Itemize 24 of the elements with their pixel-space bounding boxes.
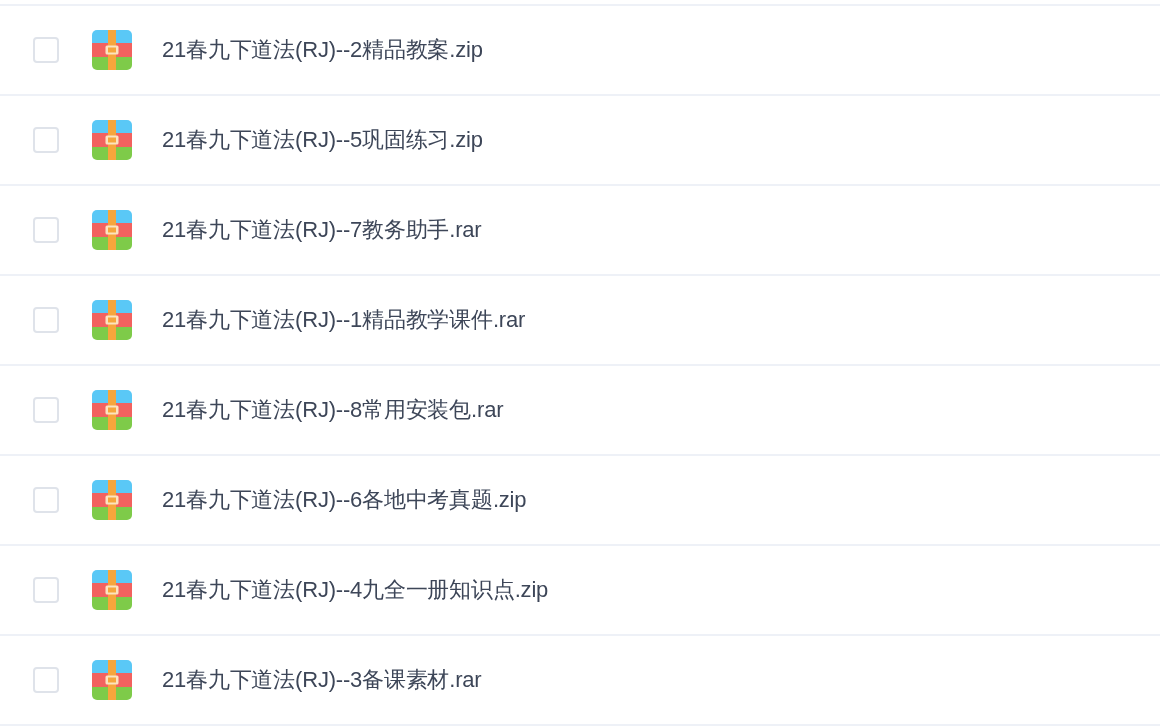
checkbox[interactable] bbox=[33, 577, 59, 603]
archive-icon bbox=[92, 660, 132, 700]
archive-icon bbox=[92, 30, 132, 70]
archive-icon bbox=[92, 390, 132, 430]
checkbox[interactable] bbox=[33, 667, 59, 693]
archive-icon bbox=[92, 480, 132, 520]
archive-icon bbox=[92, 120, 132, 160]
checkbox[interactable] bbox=[33, 217, 59, 243]
file-name[interactable]: 21春九下道法(RJ)--8常用安装包.rar bbox=[162, 395, 504, 425]
archive-icon bbox=[92, 300, 132, 340]
file-name[interactable]: 21春九下道法(RJ)--7教务助手.rar bbox=[162, 215, 482, 245]
file-name[interactable]: 21春九下道法(RJ)--4九全一册知识点.zip bbox=[162, 575, 549, 605]
archive-icon bbox=[92, 570, 132, 610]
checkbox[interactable] bbox=[33, 307, 59, 333]
checkbox[interactable] bbox=[33, 37, 59, 63]
file-name[interactable]: 21春九下道法(RJ)--5巩固练习.zip bbox=[162, 125, 483, 155]
checkbox[interactable] bbox=[33, 397, 59, 423]
archive-icon bbox=[92, 210, 132, 250]
checkbox[interactable] bbox=[33, 127, 59, 153]
file-name[interactable]: 21春九下道法(RJ)--3备课素材.rar bbox=[162, 665, 482, 695]
file-name[interactable]: 21春九下道法(RJ)--1精品教学课件.rar bbox=[162, 305, 526, 335]
file-name[interactable]: 21春九下道法(RJ)--2精品教案.zip bbox=[162, 35, 483, 65]
checkbox[interactable] bbox=[33, 487, 59, 513]
file-name[interactable]: 21春九下道法(RJ)--6各地中考真题.zip bbox=[162, 485, 527, 515]
